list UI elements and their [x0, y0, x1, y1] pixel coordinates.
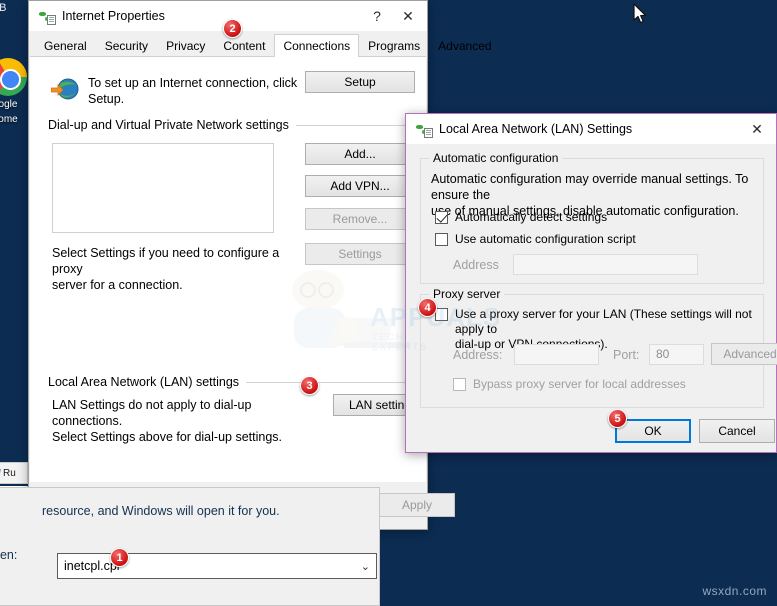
step-badge-3: 3	[300, 376, 319, 395]
lan-settings-title: Local Area Network (LAN) Settings	[439, 122, 633, 136]
run-open-input[interactable]: inetcpl.cpl ⌄	[57, 553, 377, 579]
internet-properties-icon	[38, 8, 56, 25]
step-badge-5: 5	[608, 409, 627, 428]
bypass-proxy-checkbox-box	[453, 378, 466, 391]
automatic-configuration-legend: Automatic configuration	[429, 151, 563, 165]
auto-config-desc-line1: Automatic configuration may override man…	[431, 172, 749, 202]
tab-general[interactable]: General	[35, 35, 96, 56]
site-watermark: wsxdn.com	[702, 584, 767, 598]
proxy-hint: Select Settings if you need to configure…	[52, 245, 302, 293]
proxy-advanced-button: Advanced	[711, 343, 777, 365]
auto-detect-settings-checkbox[interactable]: Automatically detect settings	[435, 210, 607, 225]
dialup-group-rule	[295, 124, 410, 126]
lan-settings-icon	[415, 121, 433, 138]
step-badge-4: 4	[418, 298, 437, 317]
lan-hint-line1: LAN Settings do not apply to dial-up con…	[52, 398, 252, 428]
auto-config-address-label: Address	[453, 258, 499, 272]
run-taskbar-icon	[0, 468, 1, 478]
add-vpn-button[interactable]: Add VPN...	[305, 175, 415, 197]
connections-tab-panel: To set up an Internet connection, click …	[30, 57, 433, 483]
dialup-group-header: Dial-up and Virtual Private Network sett…	[48, 118, 410, 132]
setup-button[interactable]: Setup	[305, 71, 415, 93]
lan-close-icon[interactable]: ✕	[740, 116, 774, 142]
lan-group-rule	[246, 381, 410, 383]
lan-settings-titlebar[interactable]: Local Area Network (LAN) Settings ✕	[406, 114, 776, 144]
auto-detect-checkbox-box	[435, 211, 448, 224]
run-dialog-description: resource, and Windows will open it for y…	[42, 504, 280, 518]
run-dialog-window: resource, and Windows will open it for y…	[0, 487, 380, 606]
lan-group-header: Local Area Network (LAN) settings	[48, 375, 410, 389]
lan-hint-line2: Select Settings above for dial-up settin…	[52, 430, 282, 444]
proxy-server-legend: Proxy server	[429, 287, 505, 301]
lan-settings-window: Local Area Network (LAN) Settings ✕ Auto…	[405, 113, 777, 453]
close-icon[interactable]: ✕	[391, 3, 425, 29]
add-button[interactable]: Add...	[305, 143, 415, 165]
proxy-hint-line2: server for a connection.	[52, 278, 183, 292]
proxy-address-input	[514, 344, 599, 365]
proxy-address-label: Address:	[453, 348, 503, 362]
taskbar-item-run[interactable]: Ru	[0, 462, 28, 484]
proxy-port-value: 80	[656, 347, 670, 361]
tab-advanced[interactable]: Advanced	[429, 35, 500, 56]
proxy-port-label: Port:	[613, 348, 640, 362]
chrome-shortcut-label-line2: ome	[0, 114, 18, 125]
internet-properties-window: Internet Properties ? ✕ General Security…	[28, 0, 492, 530]
setup-description: To set up an Internet connection, click …	[88, 76, 298, 106]
desktop-shortcut-google-chrome[interactable]: ogle ome	[0, 58, 30, 126]
use-proxy-label-line1: Use a proxy server for your LAN (These s…	[455, 307, 752, 336]
help-button[interactable]: ?	[363, 3, 391, 29]
step-badge-1: 1	[110, 548, 129, 567]
tab-content[interactable]: Content	[214, 35, 274, 56]
auto-detect-settings-label: Automatically detect settings	[455, 210, 608, 224]
step-badge-2: 2	[223, 19, 242, 38]
lan-group-label: Local Area Network (LAN) settings	[48, 375, 240, 389]
auto-config-address-value	[514, 255, 697, 259]
proxy-port-input: 80	[649, 344, 704, 365]
proxy-hint-line1: Select Settings if you need to configure…	[52, 246, 280, 276]
chrome-icon	[0, 58, 27, 96]
use-automatic-configuration-script-checkbox[interactable]: Use automatic configuration script	[435, 232, 636, 247]
internet-properties-title: Internet Properties	[62, 9, 165, 23]
automatic-configuration-group: Automatic configuration Automatic config…	[420, 151, 764, 284]
taskbar-run-label: Ru	[3, 467, 16, 479]
internet-properties-tabstrip: General Security Privacy Content Connect…	[30, 34, 492, 57]
lan-ok-button[interactable]: OK	[615, 419, 691, 443]
bypass-proxy-label: Bypass proxy server for local addresses	[473, 377, 686, 391]
proxy-server-group: Proxy server Use a proxy server for your…	[420, 287, 777, 408]
lan-hint: LAN Settings do not apply to dial-up con…	[52, 397, 322, 445]
bypass-proxy-checkbox: Bypass proxy server for local addresses	[453, 377, 686, 392]
tab-programs[interactable]: Programs	[359, 35, 429, 56]
connections-list[interactable]	[52, 143, 274, 233]
chevron-down-icon[interactable]: ⌄	[361, 560, 370, 573]
tab-connections[interactable]: Connections	[274, 34, 360, 57]
tab-security[interactable]: Security	[96, 35, 157, 56]
internet-connection-icon	[51, 78, 79, 100]
use-proxy-checkbox-box	[435, 308, 448, 321]
proxy-address-value	[515, 345, 598, 349]
run-open-label: pen:	[0, 548, 18, 562]
dialup-group-label: Dial-up and Virtual Private Network sett…	[48, 118, 289, 132]
internet-properties-apply-button: Apply	[379, 493, 455, 517]
settings-button: Settings	[305, 243, 415, 265]
tab-privacy[interactable]: Privacy	[157, 35, 214, 56]
use-script-checkbox-box	[435, 233, 448, 246]
use-proxy-label: Use a proxy server for your LAN (These s…	[455, 307, 755, 352]
virtualbox-window-title: cle B	[0, 2, 7, 14]
lan-cancel-button[interactable]: Cancel	[699, 419, 775, 443]
use-script-label: Use automatic configuration script	[455, 232, 636, 246]
mouse-cursor	[633, 3, 647, 24]
remove-button: Remove...	[305, 208, 415, 230]
auto-config-address-input	[513, 254, 698, 275]
chrome-shortcut-label-line1: ogle	[0, 99, 18, 110]
